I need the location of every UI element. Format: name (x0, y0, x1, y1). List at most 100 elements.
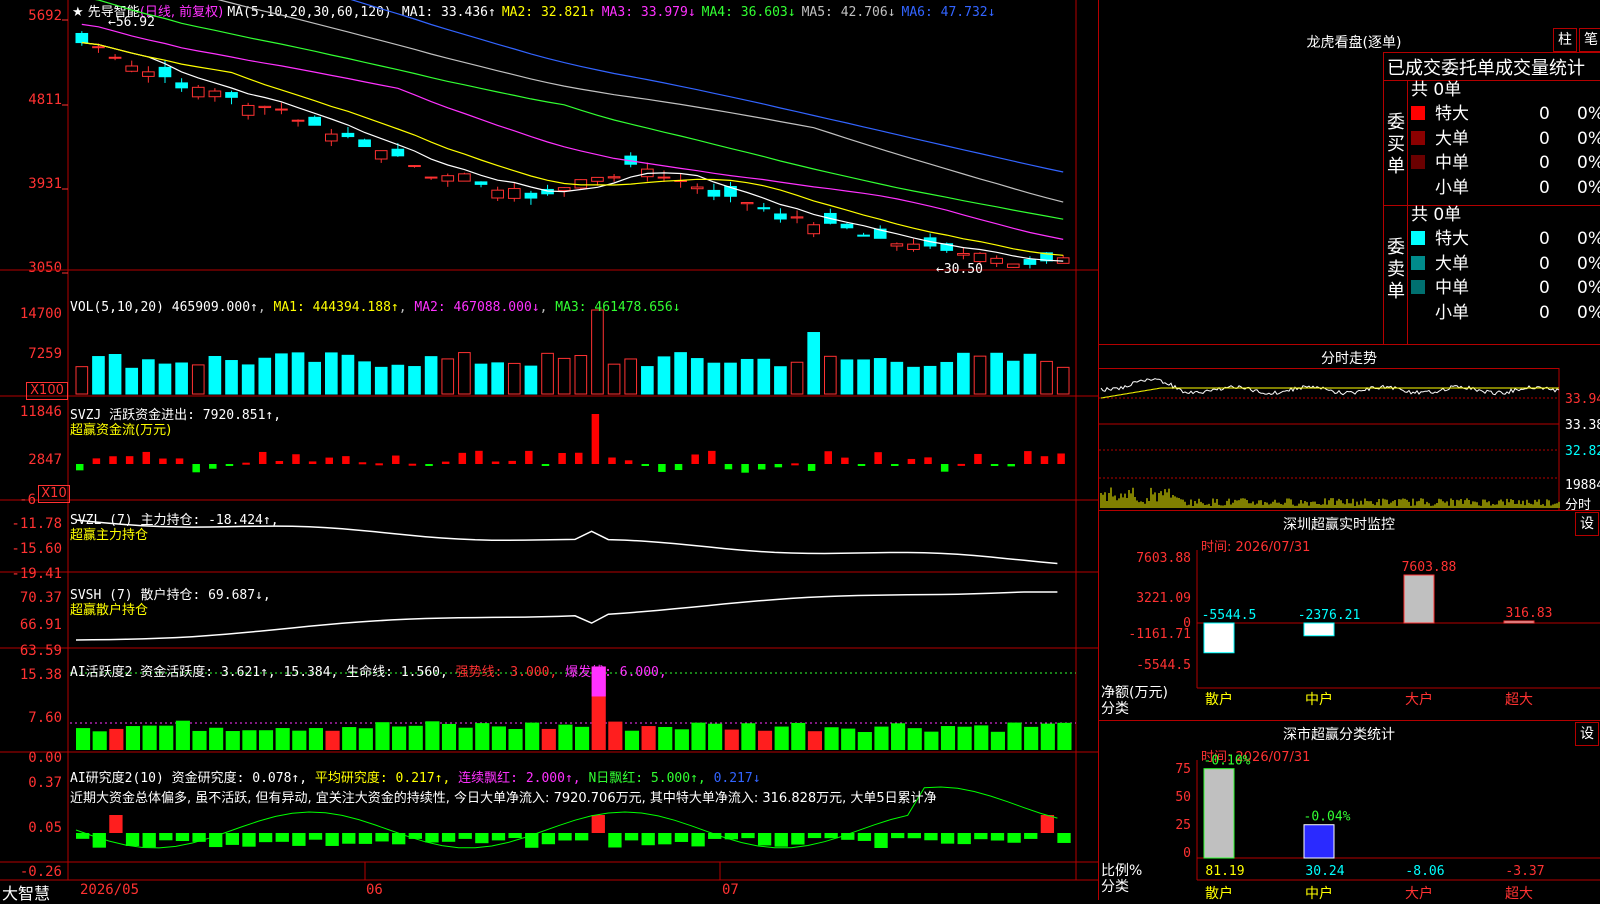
fundflow-bar (940, 464, 949, 472)
candle-up (790, 216, 804, 219)
activity-bar (724, 729, 739, 750)
classify-chart[interactable]: 75 50 25 0 -0.10% 81.19 散户 -0.04% 30.24 中户 -8.06 大户… (1099, 720, 1600, 900)
ai2-n-red: N日飘红: 5.000↑, (588, 771, 706, 786)
activity-bar (857, 731, 872, 750)
classify-axis-label: 75 (1175, 762, 1191, 777)
monitor-category-label: 超大 (1505, 692, 1533, 708)
order-count: 0 (1539, 253, 1550, 274)
candle-up (408, 165, 421, 168)
legend-swatch (1411, 179, 1425, 194)
candle-down (524, 192, 538, 199)
candle-up (607, 176, 621, 179)
ai2-header: AI研究度2(10) 资金研究度: 0.078↑, 平均研究度: 0.217↑,… (70, 767, 761, 786)
activity-bar (258, 730, 274, 750)
ai2-avg: 平均研究度: 0.217↑, (314, 771, 451, 786)
ma4-line (94, 0, 1064, 220)
activity-bar (192, 730, 207, 750)
fundflow-bar (392, 455, 400, 464)
order-percent: 0% (1577, 153, 1600, 173)
fundflow-bar (1024, 451, 1032, 464)
fundflow-bar (209, 464, 217, 469)
volume-bar (990, 352, 1003, 395)
fundflow-bar (741, 464, 749, 473)
research-bar (1040, 815, 1055, 833)
candle-up (990, 257, 1003, 264)
volume-bar (325, 352, 338, 395)
candle-up (258, 105, 272, 109)
candle-up (807, 224, 821, 235)
research-bar (874, 833, 888, 848)
order-size-label: 小单 (1435, 177, 1469, 198)
order-row-buy-rows-0: 特大 0 0% (1411, 102, 1600, 126)
candle-down (175, 82, 188, 89)
ma6-line (350, 0, 1064, 173)
legend-swatch (1411, 106, 1425, 120)
candle-down (308, 116, 322, 126)
activity-bar (691, 722, 706, 750)
research-bar (774, 833, 788, 847)
candle-up (325, 133, 338, 142)
svzj-axis-2: 2847 (28, 452, 62, 468)
tick-mode-button[interactable]: 笔 (1579, 28, 1600, 52)
candle-up (657, 176, 671, 179)
kline-chart[interactable] (0, 0, 1098, 900)
svzl-axis-1: -11.78 (11, 516, 62, 532)
research-bar (292, 833, 306, 846)
ai2-comment: 近期大资金总体偏多, 虽不活跃, 但有异动, 宜关注大资金的持续性, 今日大单净… (70, 791, 937, 806)
kline-panel[interactable]: ★ 先导智能(日线, 前复权) MA(5,10,20,30,60,120) MA… (0, 0, 1098, 903)
fundflow-bar (658, 464, 666, 472)
classify-top-label: -0.10% (1204, 754, 1251, 769)
fundflow-bar (358, 462, 367, 465)
vol-ma3: MA3: 461478.656↓ (555, 300, 681, 315)
ai2-axis-2: 0.05 (28, 820, 62, 836)
minute-chart[interactable] (1099, 368, 1600, 510)
volume-bar (857, 359, 870, 395)
order-size-label: 特大 (1435, 104, 1469, 124)
volume-bar (657, 356, 671, 395)
research-bar (541, 833, 556, 845)
classify-bar-中户 (1303, 824, 1335, 859)
volume-bar (607, 363, 621, 395)
volume-bar (491, 362, 504, 395)
research-bar (342, 833, 356, 844)
candle-up (973, 252, 987, 263)
research-bar (990, 833, 1005, 841)
activity-bar (209, 727, 224, 750)
volume-bar (258, 357, 272, 395)
fundflow-bar (225, 464, 234, 466)
monitor-bar-超大 (1503, 620, 1535, 624)
fundflow-bar (1040, 456, 1049, 464)
order-size-label: 中单 (1435, 278, 1469, 298)
sell-side-label: 委卖单 (1387, 237, 1405, 302)
monitor-xlabel: 分类 (1101, 701, 1129, 717)
monitor-axis-label: -5544.5 (1136, 658, 1191, 673)
research-bar (857, 833, 872, 841)
classify-xlabel: 分类 (1101, 879, 1129, 895)
activity-bar (957, 726, 972, 750)
order-count: 0 (1539, 128, 1550, 149)
ai1-strong-line: 强势线: 3.000, (455, 665, 558, 680)
volume-bar (208, 355, 222, 395)
research-bar (1024, 833, 1038, 839)
research-bar (125, 833, 140, 846)
date-label-may: 2026/05 (80, 882, 140, 898)
order-row-buy-rows-1: 大单 0 0% (1411, 127, 1600, 151)
order-percent: 0% (1577, 278, 1600, 298)
research-bar (458, 833, 472, 839)
candle-up (690, 186, 704, 190)
bar-mode-button[interactable]: 柱 (1553, 28, 1577, 52)
legend-swatch (1411, 280, 1425, 294)
candle-up (574, 179, 588, 189)
activity-bar (891, 723, 906, 750)
buy-total: 共 0单 (1411, 80, 1462, 100)
candle-down (474, 181, 488, 185)
activity-bar (441, 723, 457, 750)
svzl-subtitle: 超赢主力持仓 (70, 528, 149, 543)
monitor-chart[interactable]: 7603.883221.090-1161.71-5544.5-5544.5散户-… (1099, 510, 1600, 720)
ai2-axis-1: 0.37 (28, 775, 62, 791)
volume-bar (1023, 353, 1037, 395)
order-count: 0 (1539, 278, 1550, 298)
classify-top-label: -0.04% (1304, 810, 1351, 825)
ai2-title: AI研究度2(10) 资金研究度: 0.078↑, (70, 771, 308, 786)
minute-chart-title: 分时走势 (1321, 351, 1377, 367)
